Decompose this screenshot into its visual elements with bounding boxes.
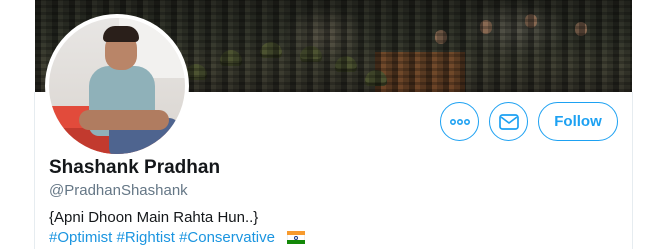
bio-hashtags: #Optimist #Rightist #Conservative — [49, 229, 306, 246]
card-left-border — [34, 92, 35, 249]
card-right-border — [632, 92, 633, 249]
hashtag-link[interactable]: #Conservative — [179, 229, 275, 246]
envelope-icon — [498, 113, 519, 130]
avatar-hair — [103, 26, 139, 42]
display-name: Shashank Pradhan — [49, 157, 221, 178]
hashtag-link[interactable]: #Rightist — [117, 229, 175, 246]
follow-button[interactable]: Follow — [538, 102, 618, 141]
avatar-arm — [79, 110, 169, 130]
user-handle: @PradhanShashank — [49, 182, 188, 199]
avatar[interactable] — [45, 14, 189, 158]
profile-card: Follow Shashank Pradhan @PradhanShashank… — [0, 0, 654, 249]
message-button[interactable] — [489, 102, 528, 141]
bio-text: {Apni Dhoon Main Rahta Hun..} — [49, 209, 259, 226]
indian-flag-icon — [287, 231, 306, 244]
hashtag-link[interactable]: #Optimist — [49, 229, 112, 246]
more-options-button[interactable] — [440, 102, 479, 141]
more-horizontal-icon — [449, 118, 470, 125]
